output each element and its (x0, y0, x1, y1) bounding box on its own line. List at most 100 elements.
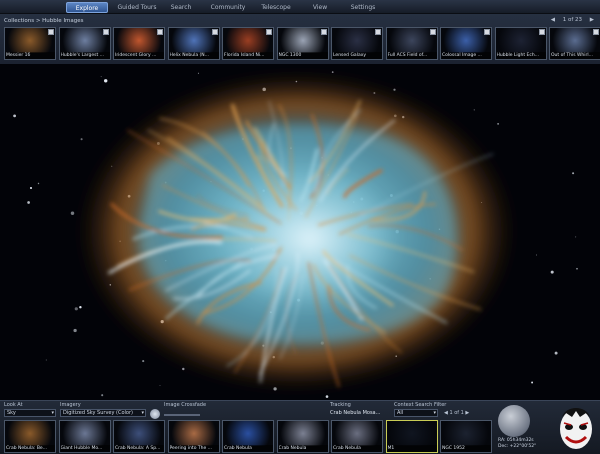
crab-nebula-image (13, 71, 578, 398)
context-thumbnail[interactable]: M1 (385, 420, 438, 453)
chevron-down-icon: ▾ (51, 410, 54, 416)
imagery-select[interactable]: Digitized Sky Survey (Color) ▾ (60, 409, 146, 417)
tracking-value: Crab Nebula Mosa... (330, 410, 381, 416)
thumbnail-label: Peering into The ... (169, 445, 219, 452)
thumbnail-label: Helix Nebula (N... (169, 52, 219, 59)
collection-thumbnail[interactable]: Helix Nebula (N... (167, 27, 220, 60)
star (531, 381, 534, 384)
next-page-button[interactable]: ▶ (465, 410, 469, 416)
thumbnail-label: Colossal Image ... (442, 52, 491, 59)
info-corner-icon[interactable] (157, 29, 163, 35)
context-thumbnail[interactable]: Giant Hubble Mo... (58, 420, 111, 453)
sky-view[interactable] (0, 64, 600, 400)
thumbnail-image (277, 421, 328, 446)
thumbnail-image (114, 421, 164, 446)
collection-thumbnail[interactable]: Hubble's Largest ... (58, 27, 111, 60)
tab-explore[interactable]: Explore (66, 2, 108, 13)
collection-thumbnail[interactable]: Florida Island Ni... (222, 27, 274, 60)
thumbnail-label: Crab Nebula (224, 445, 273, 452)
thumbnail-label: Hubble Light Ech... (496, 52, 546, 59)
info-corner-icon[interactable] (266, 29, 272, 35)
info-corner-icon[interactable] (320, 29, 327, 35)
star (325, 395, 329, 398)
breadcrumb[interactable]: Collections > Hubble Images (4, 18, 84, 24)
thumbnail-label: Iridescent Glory ... (115, 52, 164, 59)
tab-search[interactable]: Search (166, 2, 196, 13)
context-pager: ◀ 1 of 1 ▶ (444, 410, 469, 416)
tab-guided-tours[interactable]: Guided Tours (112, 2, 162, 13)
collection-thumbnail[interactable]: Lensed Galaxy (331, 27, 383, 60)
star (37, 182, 40, 185)
tab-view[interactable]: View (306, 2, 334, 13)
chevron-down-icon: ▾ (433, 410, 436, 416)
globe-icon[interactable] (498, 405, 530, 437)
thumbnail-image (441, 421, 491, 446)
tab-community[interactable]: Community (206, 2, 250, 13)
prev-page-button[interactable]: ◀ (551, 17, 555, 23)
look-at-label: Look At (4, 402, 23, 408)
info-corner-icon[interactable] (429, 29, 436, 35)
star (572, 172, 575, 175)
star (473, 109, 475, 111)
imagery-value: Digitized Sky Survey (Color) (63, 410, 133, 416)
thumbnail-label: Crab Nebula (278, 445, 328, 452)
star (13, 114, 16, 118)
star (103, 79, 108, 83)
look-at-select[interactable]: Sky ▾ (4, 409, 56, 417)
info-corner-icon[interactable] (102, 29, 109, 35)
thumbnail-image (332, 421, 382, 446)
context-thumbnail[interactable]: Crab Nebula (222, 420, 274, 453)
crossfade-slider-track[interactable] (164, 414, 200, 416)
context-thumbnail[interactable]: Peering into The ... (167, 420, 220, 453)
star (497, 123, 499, 125)
thumbnail-image (386, 421, 437, 446)
star (79, 305, 82, 309)
prev-page-button[interactable]: ◀ (444, 410, 448, 416)
tab-telescope[interactable]: Telescope (256, 2, 296, 13)
star (80, 138, 83, 141)
collection-thumbnail[interactable]: Iridescent Glory ... (113, 27, 165, 60)
thumbnail-label: Out of This Whirl... (551, 52, 600, 59)
info-corner-icon[interactable] (484, 29, 490, 35)
star (29, 186, 33, 190)
star (100, 76, 102, 78)
thumbnail-label: Crab Nebula: A Sp... (115, 445, 164, 452)
thumbnail-label: Lensed Galaxy (333, 52, 382, 59)
thumbnail-label: Giant Hubble Mo... (60, 445, 110, 452)
collection-thumbnail[interactable]: Messier 16 (4, 27, 56, 60)
thumbnail-label: Messier 16 (6, 52, 55, 59)
context-thumbnail[interactable]: Crab Nebula (276, 420, 329, 453)
context-thumbnail[interactable]: Crab Nebula: A Sp... (113, 420, 165, 453)
thumbnail-image (5, 421, 55, 446)
explore-pager: ◀ 1 of 23 ▶ (545, 17, 594, 23)
crossfade-slider-knob[interactable] (150, 409, 160, 419)
collection-thumbnail[interactable]: NGC 1300 (276, 27, 329, 60)
context-thumbnail[interactable]: NGC 1952 (440, 420, 492, 453)
info-corner-icon[interactable] (593, 29, 599, 35)
info-corner-icon[interactable] (211, 29, 218, 35)
context-filter-label: Context Search Filter (394, 402, 447, 408)
star (576, 267, 578, 270)
star (142, 360, 145, 363)
info-corner-icon[interactable] (48, 29, 54, 35)
thumbnail-image (59, 421, 110, 446)
context-thumbnail[interactable]: Crab Nebula: Be... (4, 420, 56, 453)
dec-readout: Dec: +22°00'52" (498, 444, 537, 449)
collection-thumbnail[interactable]: Out of This Whirl... (549, 27, 600, 60)
star (535, 254, 538, 256)
thumbnail-label: Hubble's Largest ... (60, 52, 110, 59)
thumbnail-label: Florida Island Ni... (224, 52, 273, 59)
context-filter-select[interactable]: All ▾ (394, 409, 438, 417)
collection-thumbnail[interactable]: Full ACS Field of... (385, 27, 438, 60)
collection-thumbnail[interactable]: Hubble Light Ech... (494, 27, 547, 60)
context-thumbnail[interactable]: Crab Nebula (331, 420, 383, 453)
imagery-label: Imagery (60, 402, 81, 408)
thumbnail-label: Crab Nebula (333, 445, 382, 452)
context-filter-value: All (397, 410, 404, 416)
tab-settings[interactable]: Settings (344, 2, 382, 13)
next-page-button[interactable]: ▶ (590, 17, 594, 23)
info-corner-icon[interactable] (538, 29, 545, 35)
collection-thumbnail[interactable]: Colossal Image ... (440, 27, 492, 60)
star (575, 236, 577, 238)
info-corner-icon[interactable] (375, 29, 381, 35)
